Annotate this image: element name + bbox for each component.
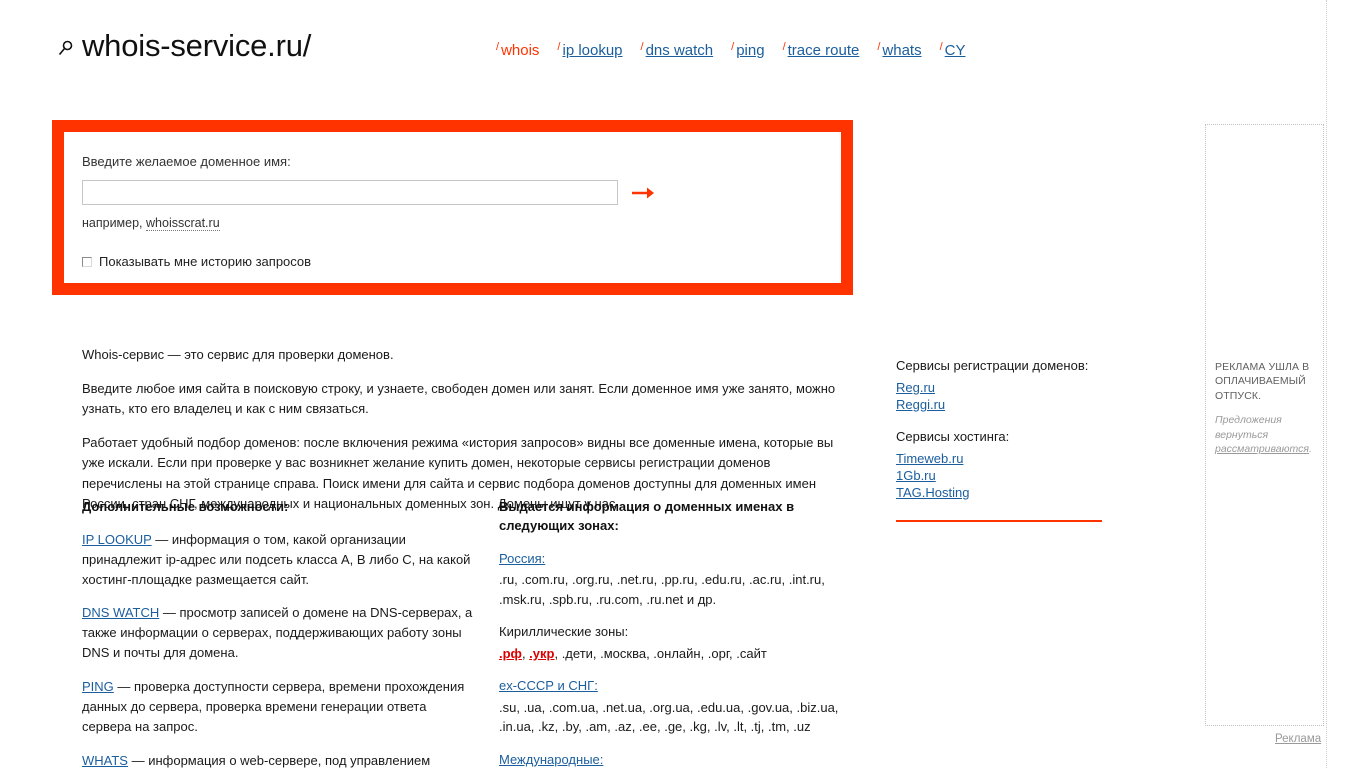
nav-link-whois[interactable]: whois (501, 42, 539, 59)
zone-list-cyrillic: .рф, .укр, .дети, .москва, .онлайн, .орг… (499, 645, 767, 661)
ad-sub-before: Предложения вернуться (1215, 414, 1282, 441)
nav-link-cy[interactable]: CY (945, 42, 966, 59)
nav-item-whats[interactable]: / whats (877, 41, 921, 59)
registrar-link-reg-ru[interactable]: Reg.ru (896, 379, 1106, 396)
ad-subtitle: Предложения вернуться рассматриваются. (1215, 413, 1319, 456)
feature-text-whats: — информация о web-сервере, под управлен… (131, 752, 431, 768)
history-checkbox[interactable] (82, 256, 92, 267)
domain-input-label: Введите желаемое доменное имя: (82, 154, 291, 169)
nav-slash-icon: / (640, 41, 644, 53)
arrow-right-icon[interactable] (632, 185, 654, 201)
ad-caption-link[interactable]: Реклама (1275, 733, 1321, 745)
zone-title-cis: ex-СССР и СНГ: (499, 676, 849, 696)
features-heading: Дополнительные возможности: (82, 499, 289, 514)
zone-title-cyrillic: Кириллические зоны: (499, 624, 629, 640)
feature-link-dns-watch[interactable]: DNS WATCH (82, 605, 159, 620)
zone-link-russia[interactable]: Россия: (499, 551, 545, 566)
zone-list-cyrillic-rest: , .дети, .москва, .онлайн, .орг, .сайт (554, 645, 767, 661)
nav-link-ip-lookup[interactable]: ip lookup (562, 42, 622, 59)
hosting-heading: Сервисы хостинга: (896, 429, 1010, 445)
domain-search-inner: Введите желаемое доменное имя: например,… (82, 154, 829, 231)
services-divider (896, 520, 1102, 523)
ad-sub-link[interactable]: рассматриваются (1215, 443, 1309, 455)
zone-group-international: Международные: .com, .net, .org, .info, … (499, 750, 849, 768)
main-nav: / whois / ip lookup / dns watch / ping /… (496, 41, 966, 59)
nav-item-dns-watch[interactable]: / dns watch (640, 41, 714, 59)
zone-title-russia: Россия: (499, 549, 849, 569)
services-sidebar: Сервисы регистрации доменов: Reg.ru Regg… (896, 358, 1106, 523)
zone-group-cyrillic: Кириллические зоны: .рф, .укр, .дети, .м… (499, 622, 849, 663)
site-title: whois-service.ru/ (82, 28, 312, 63)
ad-sub-after: . (1309, 443, 1312, 456)
domain-search-input[interactable] (82, 180, 618, 205)
page-right-rail (1326, 0, 1327, 768)
nav-link-whats[interactable]: whats (882, 42, 921, 59)
intro-paragraph-1: Whois-сервис — это сервис для проверки д… (82, 347, 394, 362)
zone-link-cis[interactable]: ex-СССР и СНГ: (499, 678, 598, 693)
page-root: whois-service.ru/ / whois / ip lookup / … (0, 0, 1366, 768)
intro-text: Whois-сервис — это сервис для проверки д… (82, 345, 838, 515)
feature-ip-lookup: IP LOOKUP — информация о том, какой орга… (82, 530, 474, 590)
magnifier-icon (58, 40, 73, 55)
ad-title: РЕКЛАМА УШЛА В ОПЛАЧИВАЕМЫЙ ОТПУСК. (1215, 361, 1310, 402)
nav-link-trace-route[interactable]: trace route (788, 42, 860, 59)
feature-whats: WHATS — информация о web-сервере, под уп… (82, 751, 474, 768)
zone-group-russia: Россия: .ru, .com.ru, .org.ru, .net.ru, … (499, 549, 849, 610)
nav-item-cy[interactable]: / CY (939, 41, 966, 59)
zone-list-cis: .su, .ua, .com.ua, .net.ua, .org.ua, .ed… (499, 699, 839, 735)
feature-dns-watch: DNS WATCH — просмотр записей о домене на… (82, 603, 474, 663)
zones-heading: Выдается информация о доменных именах в … (499, 499, 795, 533)
nav-slash-icon: / (939, 41, 943, 53)
feature-link-whats[interactable]: WHATS (82, 753, 128, 768)
nav-slash-icon: / (877, 41, 881, 53)
nav-item-whois[interactable]: / whois (496, 41, 539, 59)
nav-link-ping[interactable]: ping (736, 42, 764, 59)
nav-slash-icon: / (557, 41, 561, 53)
feature-ping: PING — проверка доступности сервера, вре… (82, 677, 474, 737)
nav-item-ip-lookup[interactable]: / ip lookup (557, 41, 622, 59)
hosting-link-timeweb-ru[interactable]: Timeweb.ru (896, 450, 1106, 467)
nav-slash-icon: / (731, 41, 735, 53)
zone-group-cis: ex-СССР и СНГ: .su, .ua, .com.ua, .net.u… (499, 676, 849, 737)
ad-text-block: РЕКЛАМА УШЛА В ОПЛАЧИВАЕМЫЙ ОТПУСК. Пред… (1215, 360, 1319, 457)
nav-item-ping[interactable]: / ping (731, 41, 764, 59)
feature-text-ping: — проверка доступности сервера, времени … (82, 679, 465, 734)
site-header: whois-service.ru/ / whois / ip lookup / … (0, 0, 1326, 104)
nav-item-trace-route[interactable]: / trace route (782, 41, 860, 59)
domain-input-row (82, 180, 829, 205)
nav-link-dns-watch[interactable]: dns watch (646, 42, 714, 59)
domain-example-line: например, whoisscrat.ru (82, 216, 829, 231)
zone-list-russia: .ru, .com.ru, .org.ru, .net.ru, .pp.ru, … (499, 572, 825, 607)
hosting-link-1gb-ru[interactable]: 1Gb.ru (896, 467, 1106, 484)
nav-slash-icon: / (496, 41, 500, 53)
domain-example-prefix: например, (82, 216, 147, 230)
zone-link-international[interactable]: Международные: (499, 752, 603, 767)
site-logo[interactable]: whois-service.ru/ (58, 30, 311, 61)
zones-column: Выдается информация о доменных именах в … (499, 498, 849, 768)
features-column: Дополнительные возможности: IP LOOKUP — … (82, 498, 474, 768)
feature-link-ping[interactable]: PING (82, 679, 114, 694)
history-checkbox-label[interactable]: Показывать мне историю запросов (99, 254, 311, 269)
services-spacer (896, 413, 1106, 429)
intro-paragraph-2: Введите любое имя сайта в поисковую стро… (82, 380, 836, 417)
domain-search-form: Введите желаемое доменное имя: например,… (52, 120, 853, 295)
registrar-link-reggi-ru[interactable]: Reggi.ru (896, 396, 1106, 413)
domain-example-link[interactable]: whoisscrat.ru (146, 216, 220, 231)
ad-banner[interactable]: РЕКЛАМА УШЛА В ОПЛАЧИВАЕМЫЙ ОТПУСК. Пред… (1205, 124, 1324, 726)
history-toggle-row[interactable]: Показывать мне историю запросов (82, 254, 311, 269)
zone-link-rf[interactable]: .рф (499, 646, 522, 661)
registrars-heading: Сервисы регистрации доменов: (896, 358, 1089, 373)
hosting-link-tag-hosting[interactable]: TAG.Hosting (896, 484, 1106, 501)
feature-link-ip-lookup[interactable]: IP LOOKUP (82, 532, 152, 547)
nav-slash-icon: / (782, 41, 786, 53)
zone-link-ukr[interactable]: .укр (529, 646, 554, 661)
zone-title-international: Международные: (499, 750, 849, 768)
